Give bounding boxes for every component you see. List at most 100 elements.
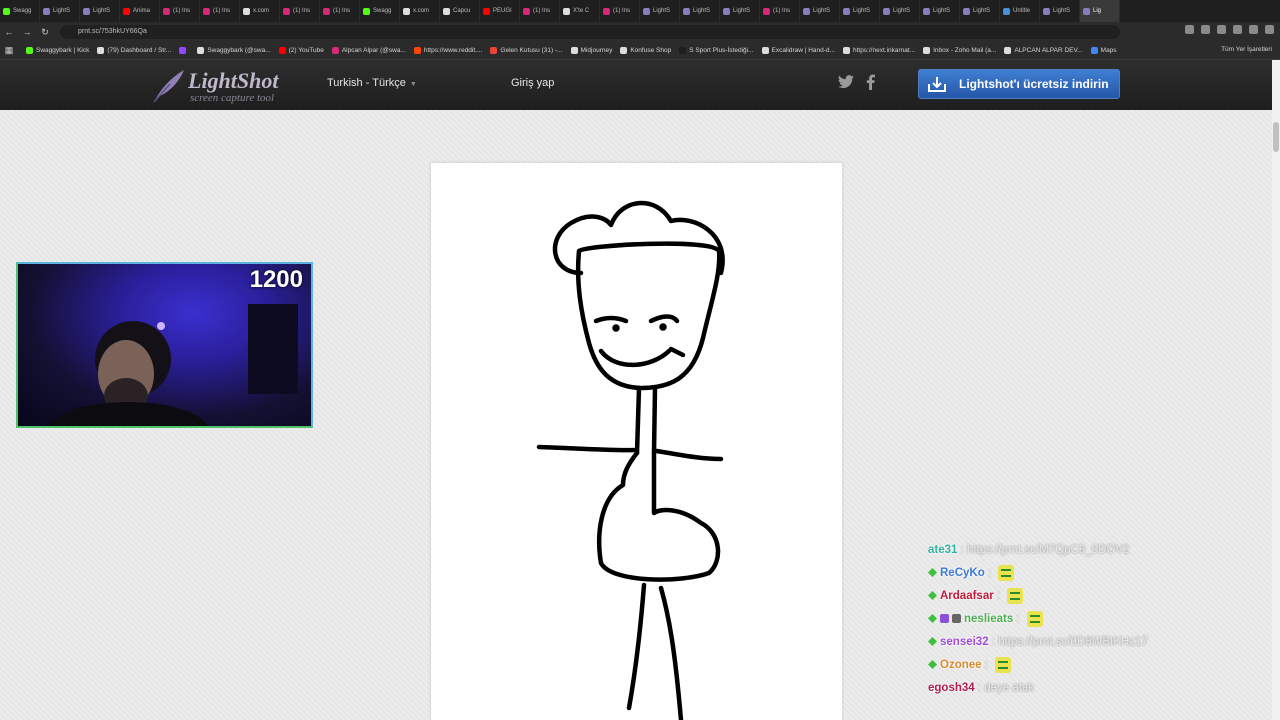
forward-icon[interactable]: → [18,27,36,37]
stick-figure-drawing [536,200,725,720]
scrollbar-thumb[interactable] [1273,122,1279,152]
browser-tab[interactable]: (1) Ins [200,0,240,22]
star-icon[interactable] [1217,25,1226,34]
bookmark-favicon-icon [679,47,687,54]
tab-favicon-icon [643,7,650,15]
browser-tab[interactable]: Swagg [360,0,400,22]
browser-tab[interactable]: Lig [1080,0,1120,22]
browser-tab[interactable]: LightS [680,0,720,22]
chat-message: ate31 : https://prnt.sc/M7QpC9_0DOV2 [928,538,1258,561]
chat-badge-icon [928,568,937,577]
bookmarks-bar: ▦ Swaggybark | Kick (79) Dashboard / Str..… [0,42,1280,60]
menu-icon[interactable] [1265,25,1274,34]
browser-tab[interactable]: (1) Ins [760,0,800,22]
bookmark-item[interactable]: https://www.reddit.... [413,47,482,54]
tab-label: X'te C [573,8,590,14]
browser-tab[interactable]: LightS [920,0,960,22]
tab-favicon-icon [243,7,250,15]
browser-tab[interactable]: (1) Ins [520,0,560,22]
address-bar-row: ← → ↻ prnt.sc/753hkUY66Qa [0,22,1280,42]
tab-label: Swagg [13,8,32,14]
browser-tab[interactable]: LightS [840,0,880,22]
browser-tab[interactable]: x.com [400,0,440,22]
chat-overlay: ate31 : https://prnt.sc/M7QpC9_0DOV2 ReCy… [928,538,1258,699]
bookmark-label: Swaggybark | Kick [36,47,90,54]
tab-label: Capcu [453,8,471,14]
bookmark-item[interactable]: (79) Dashboard / Str... [97,47,171,54]
bookmark-item[interactable]: Excalidraw | Hand-d... [761,47,835,54]
tab-favicon-icon [843,7,850,15]
bookmark-item[interactable]: Swaggybark (@swa... [197,47,271,54]
browser-tab[interactable]: Swagg [0,0,40,22]
bookmark-favicon-icon [26,47,33,54]
chat-username: ate31 [928,543,958,556]
twitter-icon[interactable] [838,75,854,89]
tab-favicon-icon [723,7,730,15]
tab-label: Lig [1093,8,1102,14]
browser-tab[interactable]: LightS [880,0,920,22]
browser-tab[interactable]: LightS [1040,0,1080,22]
cast-icon[interactable] [1185,25,1194,34]
bookmark-item[interactable]: Maps [1090,47,1117,54]
chat-username: Ozonee [940,658,982,671]
tab-favicon-icon [363,7,370,15]
viewer-count: 1200 [249,266,303,293]
chat-separator: : [993,589,1004,602]
back-icon[interactable]: ← [0,27,18,37]
language-selector[interactable]: Turkish - Türkçe ▼ [327,77,417,89]
browser-tab[interactable]: LightS [720,0,760,22]
chat-message: sensei32 : https://prnt.sc/0D8WBIKHz17 [928,630,1258,653]
tab-favicon-icon [603,7,610,15]
download-button[interactable]: Lightshot'ı ücretsiz indirin [918,69,1120,99]
apps-icon[interactable]: ▦ [0,45,18,56]
login-link[interactable]: Giriş yap [511,77,554,89]
browser-tab[interactable]: Capcu [440,0,480,22]
browser-tab[interactable]: LightS [80,0,120,22]
browser-tab[interactable]: LightS [640,0,680,22]
browser-tab[interactable]: (1) Ins [280,0,320,22]
bookmark-item[interactable]: Inbox - Zoho Mail (a... [923,47,996,54]
bookmark-item[interactable]: Konfuse Shop [620,47,671,54]
tab-favicon-icon [763,7,770,15]
chevron-down-icon: ▼ [409,81,417,88]
browser-tab[interactable]: PEUGI [480,0,520,22]
bookmark-favicon-icon [197,47,205,54]
bookmark-item[interactable]: Swaggybark | Kick [26,47,89,54]
bookmark-label: Excalidraw | Hand-d... [771,47,835,54]
browser-tab[interactable]: LightS [960,0,1000,22]
tab-label: LightS [733,8,751,14]
facebook-icon[interactable] [866,74,875,90]
bookmark-item[interactable]: Midjourney [570,47,612,54]
browser-tab[interactable]: Anima [120,0,160,22]
browser-tab[interactable]: (1) Ins [160,0,200,22]
all-bookmarks-button[interactable]: Tüm Yer İşaretleri [1221,46,1272,53]
tab-favicon-icon [803,7,810,15]
screenshot-image[interactable] [431,163,842,720]
chat-badge-icon [928,591,937,600]
browser-tab[interactable]: x.com [240,0,280,22]
bookmark-label: (79) Dashboard / Str... [107,47,172,54]
page-scrollbar[interactable] [1272,60,1280,720]
browser-tab[interactable]: X'te C [560,0,600,22]
bookmark-item[interactable]: (2) YouTube [278,47,324,54]
browser-tab[interactable]: (1) Ins [320,0,360,22]
tab-label: x.com [253,8,270,14]
browser-tab[interactable]: LightS [40,0,80,22]
browser-tab[interactable]: (1) Ins [600,0,640,22]
profile-icon[interactable] [1249,25,1258,34]
extension-icon[interactable] [1233,25,1242,34]
tab-label: x.com [413,8,430,14]
tab-favicon-icon [1043,7,1050,15]
zoom-icon[interactable] [1201,25,1210,34]
bookmark-label: ALPCAN ALPAR DEV... [1014,47,1083,54]
url-field[interactable]: prnt.sc/753hkUY66Qa [60,25,1120,39]
bookmark-item[interactable]: S Sport Plus-İstediği... [679,47,754,54]
bookmark-item[interactable]: Gelen Kutusu (31) -... [490,47,563,54]
bookmark-item[interactable]: https://next.inkarnat... [842,47,915,54]
browser-tab[interactable]: Untitle [1000,0,1040,22]
bookmark-item[interactable]: ALPCAN ALPAR DEV... [1004,47,1083,54]
reload-icon[interactable]: ↻ [36,27,54,38]
bookmark-item[interactable] [179,47,189,54]
browser-tab[interactable]: LightS [800,0,840,22]
bookmark-item[interactable]: Alpcan Alpar (@swa... [331,47,406,54]
